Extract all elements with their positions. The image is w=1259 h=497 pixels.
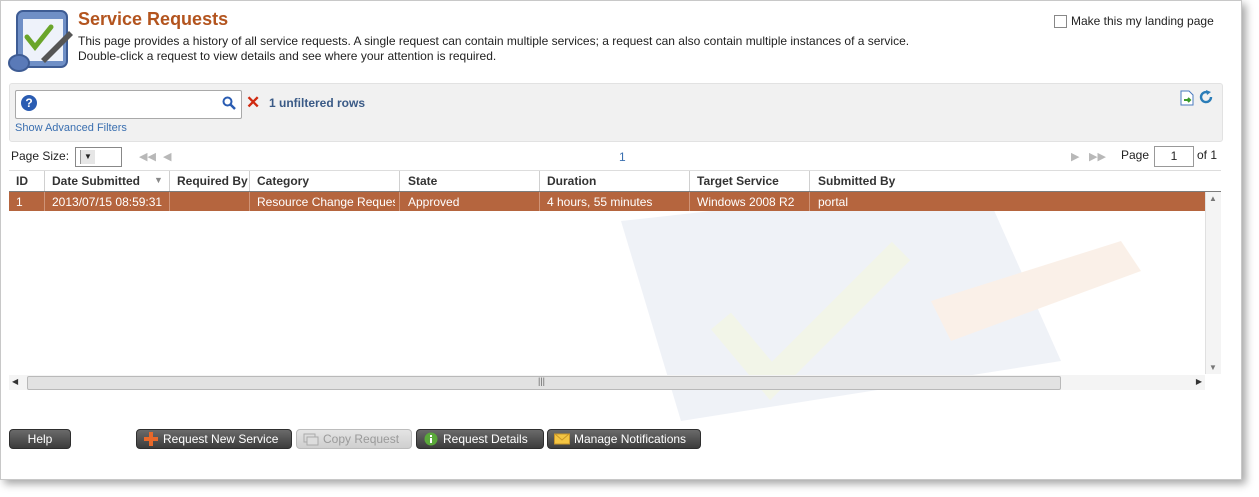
column-header-state[interactable]: State — [408, 174, 437, 188]
page-size-select[interactable]: 20 ▼ — [75, 147, 122, 167]
copy-icon — [303, 433, 319, 446]
cell-id: 1 — [16, 195, 23, 209]
column-divider[interactable] — [249, 171, 250, 191]
column-header-target-service[interactable]: Target Service — [697, 174, 779, 188]
manage-notifications-button[interactable]: Manage Notifications — [547, 429, 701, 449]
cell-divider — [169, 192, 170, 211]
manage-notifications-label: Manage Notifications — [574, 432, 687, 446]
table-row[interactable]: 1 2013/07/15 08:59:31 Resource Change Re… — [9, 192, 1205, 211]
help-question-icon[interactable]: ? — [21, 95, 37, 111]
cell-state: Approved — [408, 195, 460, 209]
column-header-submitted-by[interactable]: Submitted By — [818, 174, 895, 188]
page-size-label: Page Size: — [11, 149, 70, 163]
vertical-scrollbar[interactable]: ▲ ▼ — [1205, 192, 1221, 374]
cell-divider — [539, 192, 540, 211]
grid-header: ID Date Submitted ▼ Required By Category… — [9, 170, 1221, 193]
cell-divider — [809, 192, 810, 211]
copy-request-label: Copy Request — [323, 432, 400, 446]
column-header-category[interactable]: Category — [257, 174, 309, 188]
help-button-label: Help — [27, 432, 53, 446]
column-divider[interactable] — [44, 171, 45, 191]
page-number-input[interactable]: 1 — [1154, 146, 1194, 167]
column-header-date-submitted[interactable]: Date Submitted — [52, 174, 140, 188]
export-icon[interactable] — [1180, 90, 1194, 106]
info-icon — [424, 432, 438, 446]
help-button[interactable]: Help — [9, 429, 71, 449]
refresh-icon[interactable] — [1198, 89, 1214, 105]
requests-grid: ID Date Submitted ▼ Required By Category… — [9, 170, 1221, 375]
search-icon[interactable] — [222, 96, 236, 110]
clear-filter-icon[interactable]: ✕ — [246, 94, 260, 111]
page-description: This page provides a history of all serv… — [78, 34, 909, 64]
page-title: Service Requests — [78, 9, 229, 29]
landing-checkbox-label: Make this my landing page — [1071, 14, 1214, 28]
cell-date-submitted: 2013/07/15 08:59:31 — [52, 195, 163, 209]
cell-submitted-by: portal — [818, 195, 849, 209]
envelope-icon — [554, 433, 570, 445]
plus-icon — [144, 432, 158, 446]
unfiltered-rows-count: 1 unfiltered rows — [269, 96, 366, 110]
cell-duration: 4 hours, 55 minutes — [547, 195, 653, 209]
request-details-button[interactable]: Request Details — [416, 429, 544, 449]
landing-page-checkbox[interactable]: Make this my landing page — [1054, 14, 1214, 28]
request-new-service-label: Request New Service — [163, 432, 279, 446]
column-header-duration[interactable]: Duration — [547, 174, 596, 188]
page-link-1[interactable]: 1 — [619, 150, 626, 164]
pager-bar: Page Size: 20 ▼ ◀◀ ◀ 1 ▶ ▶▶ Page 1 of 1 — [9, 145, 1221, 169]
column-divider[interactable] — [399, 171, 400, 191]
grip-icon: ||| — [538, 376, 546, 386]
scroll-right-icon[interactable]: ▶ — [1196, 377, 1202, 386]
cell-divider — [399, 192, 400, 211]
cell-category: Resource Change Request — [257, 195, 395, 209]
search-input[interactable]: ? — [15, 90, 242, 119]
service-requests-window: Service Requests This page provides a hi… — [0, 0, 1242, 480]
cell-divider — [44, 192, 45, 211]
scroll-down-icon[interactable]: ▼ — [1209, 363, 1217, 372]
landing-checkbox-box[interactable] — [1054, 14, 1067, 28]
scrollbar-thumb[interactable]: ||| — [27, 376, 1061, 390]
copy-request-button[interactable]: Copy Request — [296, 429, 412, 449]
column-header-required-by[interactable]: Required By — [177, 174, 248, 188]
cell-target-service: Windows 2008 R2 — [697, 195, 795, 209]
scroll-left-icon[interactable]: ◀ — [12, 377, 18, 386]
request-details-label: Request Details — [443, 432, 528, 446]
previous-page-icon[interactable]: ◀ — [163, 150, 171, 163]
horizontal-scrollbar[interactable]: ◀ ||| ▶ — [9, 375, 1205, 390]
last-page-icon[interactable]: ▶▶ — [1089, 150, 1106, 163]
sort-descending-icon[interactable]: ▼ — [154, 175, 163, 185]
column-divider[interactable] — [539, 171, 540, 191]
description-line-2: Double-click a request to view details a… — [78, 49, 497, 63]
description-line-1: This page provides a history of all serv… — [78, 34, 910, 48]
cell-divider — [689, 192, 690, 211]
column-divider[interactable] — [689, 171, 690, 191]
column-header-id[interactable]: ID — [16, 174, 28, 188]
request-new-service-button[interactable]: Request New Service — [136, 429, 292, 449]
filter-bar: ? ✕ 1 unfiltered rows Show Advanced Filt… — [9, 83, 1223, 142]
show-advanced-filters-link[interactable]: Show Advanced Filters — [15, 122, 127, 134]
page-total-label: of 1 — [1197, 148, 1218, 162]
column-divider[interactable] — [169, 171, 170, 191]
page-label: Page — [1121, 148, 1150, 162]
service-requests-logo-icon — [8, 10, 73, 72]
cell-divider — [249, 192, 250, 211]
next-page-icon[interactable]: ▶ — [1071, 150, 1079, 163]
column-divider[interactable] — [809, 171, 810, 191]
chevron-down-icon[interactable]: ▼ — [80, 150, 95, 164]
first-page-icon[interactable]: ◀◀ — [139, 150, 156, 163]
scroll-up-icon[interactable]: ▲ — [1209, 194, 1217, 203]
